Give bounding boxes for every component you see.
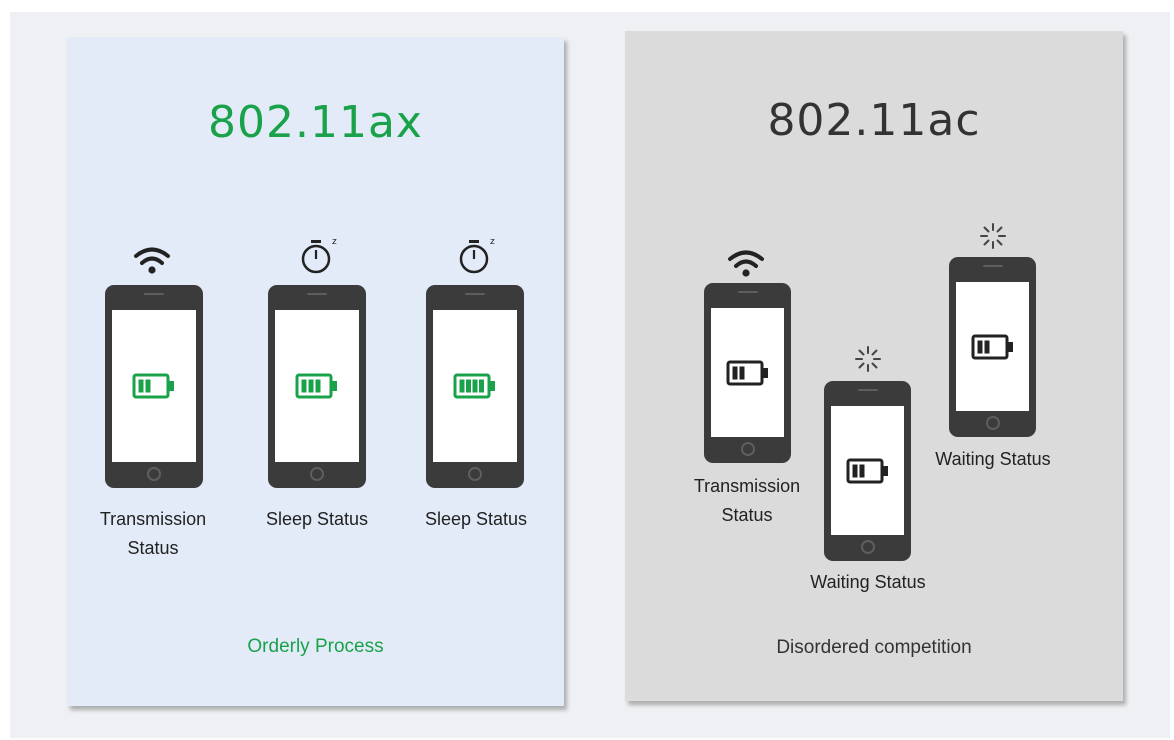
stopwatch-sleep-icon: z	[459, 237, 495, 274]
phone-screen	[956, 282, 1029, 411]
phone-device-3	[426, 285, 524, 488]
panel-802-11ax: 802.11ax Transmission Status z Sleep Sta…	[67, 37, 564, 706]
battery-icon	[453, 373, 495, 399]
wifi-icon	[728, 250, 764, 277]
phone-screen	[433, 310, 517, 462]
phone-screen	[831, 406, 904, 535]
battery-icon	[971, 334, 1013, 359]
panel-caption: Orderly Process	[247, 636, 384, 657]
panel-802-11ac: 802.11ac Transmission Status Waiting Sta…	[625, 31, 1123, 701]
loading-spinner-icon	[855, 346, 881, 372]
device-status-label: Transmission Status	[99, 509, 207, 558]
device-status-label: Sleep Status	[424, 509, 528, 529]
battery-icon	[726, 360, 768, 385]
device-status-label: Transmission Status	[693, 476, 801, 525]
panel-caption: Disordered competition	[776, 637, 972, 658]
loading-spinner-icon	[980, 223, 1006, 249]
battery-icon	[846, 458, 888, 483]
phone-screen	[112, 310, 196, 462]
stopwatch-sleep-icon: z	[301, 237, 337, 274]
battery-icon	[295, 373, 337, 399]
device-status-label: Sleep Status	[265, 509, 369, 529]
phone-device-2	[268, 285, 366, 488]
panel-title: 802.11ax	[208, 97, 423, 148]
phone-device-1	[704, 283, 791, 463]
panel-title: 802.11ac	[767, 95, 981, 146]
svg-text:z: z	[490, 237, 495, 247]
battery-icon	[132, 373, 174, 399]
device-status-label: Waiting Status	[935, 449, 1051, 469]
phone-device-3	[949, 257, 1036, 437]
wifi-icon	[134, 247, 170, 274]
phone-device-2	[824, 381, 911, 561]
phone-screen	[275, 310, 359, 462]
device-status-label: Waiting Status	[810, 572, 926, 592]
svg-text:z: z	[332, 237, 337, 247]
phone-device-1	[105, 285, 203, 488]
phone-screen	[711, 308, 784, 437]
